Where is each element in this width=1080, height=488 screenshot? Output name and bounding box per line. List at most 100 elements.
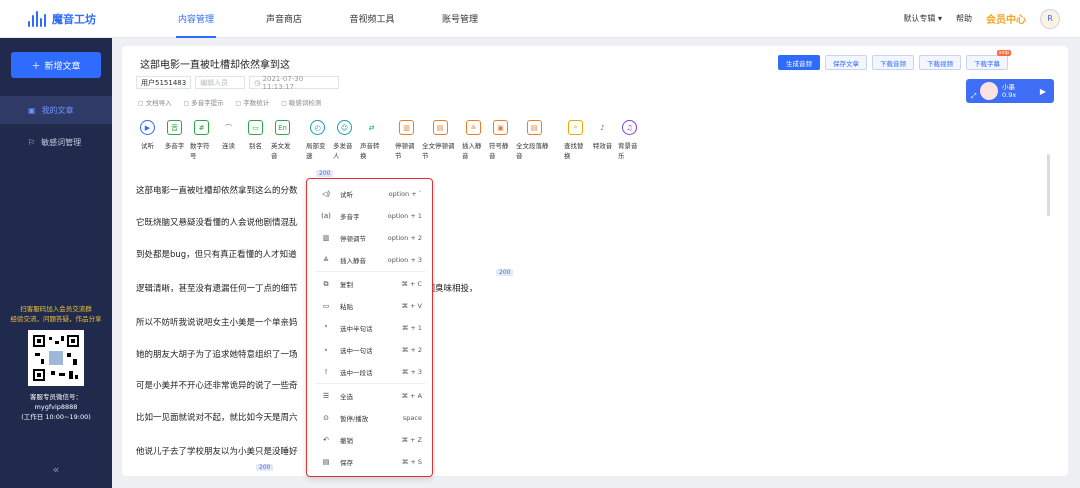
paste-icon: ▭: [322, 302, 330, 310]
date-field[interactable]: ◷ 2021-07-30 11:13:17: [249, 75, 340, 91]
editor-panel: 这部电影一直被吐槽却依然拿到这 用户5151483 编辑人员 ◷ 2021-07…: [122, 46, 1068, 476]
tool-label: 背景音乐: [618, 142, 638, 160]
paragraph[interactable]: 这部电影一直被吐槽却依然拿到这么的分数: [136, 184, 298, 196]
menu-item[interactable]: ↶ 撤销 ⌘ + Z: [307, 429, 431, 451]
voice-speed: 0.9x: [1002, 91, 1017, 99]
menu-item-label: 全选: [340, 393, 353, 401]
paragraph[interactable]: 她的朋友大胡子为了追求她特意组织了一场: [136, 348, 298, 360]
copy-icon: ⧉: [323, 279, 329, 288]
article-title[interactable]: 这部电影一直被吐槽却依然拿到这: [140, 56, 290, 71]
menu-item[interactable]: ▥ 停顿调节 option + 2: [307, 227, 431, 249]
tool-label: 试听: [141, 142, 154, 150]
menu-item[interactable]: ◁) 试听 option + `: [307, 183, 431, 205]
paragraph[interactable]: 到处都是bug，但只有真正看懂的人才知道: [136, 248, 297, 260]
nav-content[interactable]: 内容管理: [152, 0, 240, 38]
tool-pause[interactable]: ▥ 停顿调节: [395, 120, 418, 160]
editor-field[interactable]: 编辑人员: [195, 76, 246, 89]
menu-item[interactable]: ▤ 保存 ⌘ + S: [307, 451, 431, 473]
menu-item[interactable]: ! 选中一段话 ⌘ + 3: [307, 361, 431, 383]
tool-number-symbol[interactable]: # 数字符号: [190, 120, 213, 160]
tool-polyphone[interactable]: 音多音字: [163, 120, 186, 160]
menu-item-label: 多音字: [340, 213, 360, 221]
menu-divider: [315, 271, 425, 272]
download-subtitle-button[interactable]: 下载字幕 svip: [966, 50, 1011, 70]
download-audio-button[interactable]: 下载音频: [872, 55, 914, 70]
word-count-link[interactable]: 字数统计: [236, 97, 269, 107]
paragraph[interactable]: 比如一见面就说对不起，就比如今天是周六: [136, 411, 298, 423]
import-doc-link[interactable]: 文档导入: [138, 97, 172, 107]
tool-voice-convert[interactable]: ⇄ 声音转换: [360, 120, 383, 161]
music-icon: ♫: [622, 120, 637, 135]
cs-line: 客服专员微信号：: [30, 393, 82, 401]
svip-badge: svip: [996, 50, 1011, 56]
tool-alias[interactable]: ▭ 别名: [244, 120, 267, 160]
tool-insert-silence[interactable]: ≗ 插入静音: [462, 120, 485, 160]
sidebar-item-my-articles[interactable]: ▣ 我的文章: [0, 96, 112, 124]
tool-global-pause[interactable]: ▤ 全文停顿调节: [422, 120, 458, 160]
customer-service-info: 客服专员微信号： mygfvip8888 (工作日 10:00~19:00): [0, 392, 112, 422]
paragraph[interactable]: 所以不妨听我说说吧女主小美是一个单亲妈: [136, 316, 298, 328]
tool-sound-effect[interactable]: ♪ 特效音: [591, 120, 614, 160]
tool-symbol-silence[interactable]: ▣ 符号静音: [489, 120, 512, 160]
paragraph[interactable]: 可是小美并不开心还非常诡异的说了一些奇: [136, 379, 298, 391]
tool-multi-speaker[interactable]: ☺ 多发音人: [333, 120, 356, 160]
menu-item[interactable]: ⊙ 暂停/播放 space: [307, 407, 431, 429]
menu-item-label: 试听: [340, 191, 353, 199]
tool-paragraph-silence[interactable]: ▤ 全文段落静音: [516, 120, 552, 160]
promo-line: 扫客服码加入会员交流群: [20, 305, 92, 313]
tool-label: 全文段落静音: [516, 142, 549, 160]
collapse-sidebar-icon[interactable]: «: [0, 463, 112, 476]
pause-play-icon: ⊙: [323, 414, 329, 422]
download-video-button[interactable]: 下载视频: [919, 55, 961, 70]
menu-item-label: 撤销: [340, 437, 353, 445]
menu-item-shortcut: ⌘ + 3: [401, 368, 422, 376]
generate-audio-button[interactable]: 生成音频: [778, 55, 820, 70]
tool-local-speed[interactable]: ◴ 局部变速: [306, 120, 329, 160]
play-circle-icon: ▶: [140, 120, 155, 135]
tool-bgm[interactable]: ♫ 背景音乐: [618, 120, 641, 160]
paragraph[interactable]: 他说儿子去了学校朋友以为小美只是没睡好: [136, 445, 298, 457]
tool-label: 全文停顿调节: [422, 142, 455, 160]
logo[interactable]: 魔音工坊: [28, 10, 138, 27]
author-field[interactable]: 用户5151483: [136, 76, 192, 89]
menu-item[interactable]: ≗ 插入静音 option + 3: [307, 249, 431, 271]
menu-item[interactable]: ⧉ 复制 ⌘ + C: [307, 273, 431, 295]
tool-english[interactable]: En 英文发音: [271, 120, 294, 160]
sidebar-item-sensitive-words[interactable]: ⚐ 敏感词管理: [0, 128, 112, 156]
menu-item[interactable]: ▭ 粘贴 ⌘ + V: [307, 295, 431, 317]
sidebar-item-label: 我的文章: [41, 105, 74, 115]
global-pause-icon: ▤: [432, 120, 448, 135]
sensitive-check-link[interactable]: 敏感词检测: [281, 97, 322, 107]
save-article-button[interactable]: 保存文章: [825, 55, 867, 70]
paragraph[interactable]: 逻辑清晰，甚至没有遗漏任何一丁点的细节: [136, 282, 298, 294]
nav-voice-store[interactable]: 声音商店: [240, 0, 328, 38]
effect-icon: ♪: [600, 123, 605, 132]
menu-item[interactable]: ∘ 选中一句话 ⌘ + 2: [307, 339, 431, 361]
menu-item[interactable]: (a) 多音字 option + 1: [307, 205, 431, 227]
new-article-button[interactable]: ＋ 新增文章: [11, 52, 101, 78]
menu-item-shortcut: ⌘ + A: [401, 392, 422, 400]
tool-liaison[interactable]: ⌒ 连读: [217, 120, 240, 160]
vip-center-link[interactable]: 会员中心: [986, 11, 1026, 26]
play-icon[interactable]: ▶: [1040, 87, 1046, 96]
nav-account[interactable]: 账号管理: [416, 0, 504, 38]
album-dropdown[interactable]: 默认专辑: [903, 13, 942, 24]
promo-line: 经验交流，问题答疑，作品分享: [10, 315, 102, 323]
voice-selector[interactable]: ⤢ 小墨 0.9x ▶: [966, 79, 1054, 103]
book-icon: ▣: [28, 105, 36, 115]
tool-label: 局部变速: [306, 142, 326, 160]
menu-item[interactable]: ❜ 选中半句话 ⌘ + 1: [307, 317, 431, 339]
menu-item[interactable]: ☰ 全选 ⌘ + A: [307, 385, 431, 407]
tool-find-replace[interactable]: ⌕ 查找替换: [564, 120, 587, 160]
insert-silence-icon: ≗: [466, 120, 481, 135]
avatar[interactable]: R: [1040, 8, 1060, 29]
scrollbar[interactable]: [1047, 154, 1050, 216]
qr-code-image: [28, 330, 84, 386]
help-link[interactable]: 帮助: [956, 13, 972, 24]
menu-item-shortcut: option + 1: [387, 212, 422, 220]
polyphone-hint-link[interactable]: 多音字提示: [184, 97, 224, 107]
tool-preview[interactable]: ▶ 试听: [136, 120, 159, 160]
nav-av-tools[interactable]: 音视频工具: [328, 0, 416, 38]
paragraph[interactable]: 它既烧脑又悬疑没看懂的人会说他剧情混乱: [136, 216, 298, 228]
menu-divider: [315, 383, 425, 384]
